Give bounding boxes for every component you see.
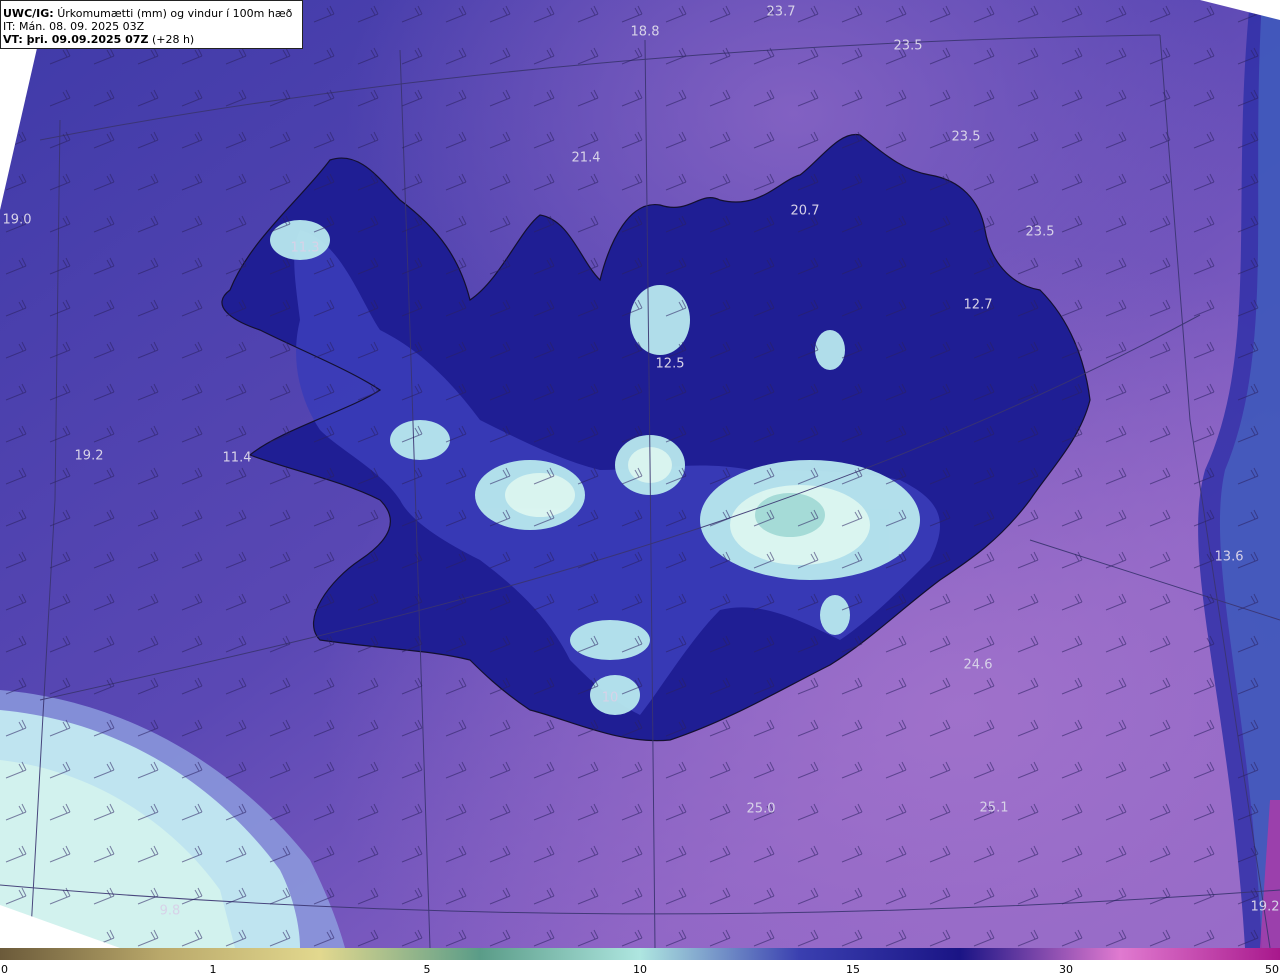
product-description: Úrkomumætti (mm) og vindur í 100m hæð [57, 7, 293, 20]
colorbar-tick: 1 [209, 963, 217, 976]
issue-time: IT: Mán. 08. 09. 2025 03Z [3, 20, 145, 33]
colorbar-tick: 50 [1265, 963, 1279, 976]
map-value-label: 23.5 [893, 38, 923, 54]
map-value-label: 11.4 [222, 450, 252, 466]
map-value-label: 20.7 [790, 203, 820, 219]
map-value-label: 9.8 [159, 903, 181, 919]
colorbar-tick: 30 [1059, 963, 1073, 976]
map-value-label: 12.5 [655, 356, 685, 372]
map-value-label: 10 [601, 690, 619, 706]
colorbar-tick: 10 [633, 963, 647, 976]
map-value-label: 23.5 [1025, 224, 1055, 240]
forecast-lead: (+28 h) [151, 33, 195, 46]
map-value-label: 19.0 [2, 212, 32, 228]
map-value-label: 11.3 [290, 240, 320, 256]
colorbar-tick: 5 [423, 963, 431, 976]
map-value-label: 12.7 [963, 297, 993, 313]
map-value-label: 19.2 [1250, 899, 1280, 915]
map-value-label: 13.6 [1214, 549, 1244, 565]
product-name: UWC/IG: [3, 7, 54, 20]
wind-barbs [0, 0, 1280, 948]
map-value-label: 25.1 [979, 800, 1009, 816]
header-title-line: UWC/IG: Úrkomumætti (mm) og vindur í 100… [3, 7, 302, 20]
map-value-label: 18.8 [630, 24, 660, 40]
map-value-label: 24.6 [963, 657, 993, 673]
valid-time-line: VT: þri. 09.09.2025 07Z (+28 h) [3, 33, 302, 46]
colorbar-strip [0, 948, 1280, 960]
valid-time: VT: þri. 09.09.2025 07Z [3, 33, 149, 46]
map-value-label: 25.0 [746, 801, 776, 817]
colorbar-tick: 15 [846, 963, 860, 976]
colorbar-tick: 0 [1, 963, 8, 976]
map-value-label: 23.7 [766, 4, 796, 20]
colorbar: 0 1 5 10 15 30 50 [0, 948, 1280, 978]
map-value-label: 23.5 [951, 129, 981, 145]
map-header: UWC/IG: Úrkomumætti (mm) og vindur í 100… [0, 0, 303, 49]
map-value-label: 21.4 [571, 150, 601, 166]
map-value-label: 19.2 [74, 448, 104, 464]
forecast-map [0, 0, 1280, 948]
